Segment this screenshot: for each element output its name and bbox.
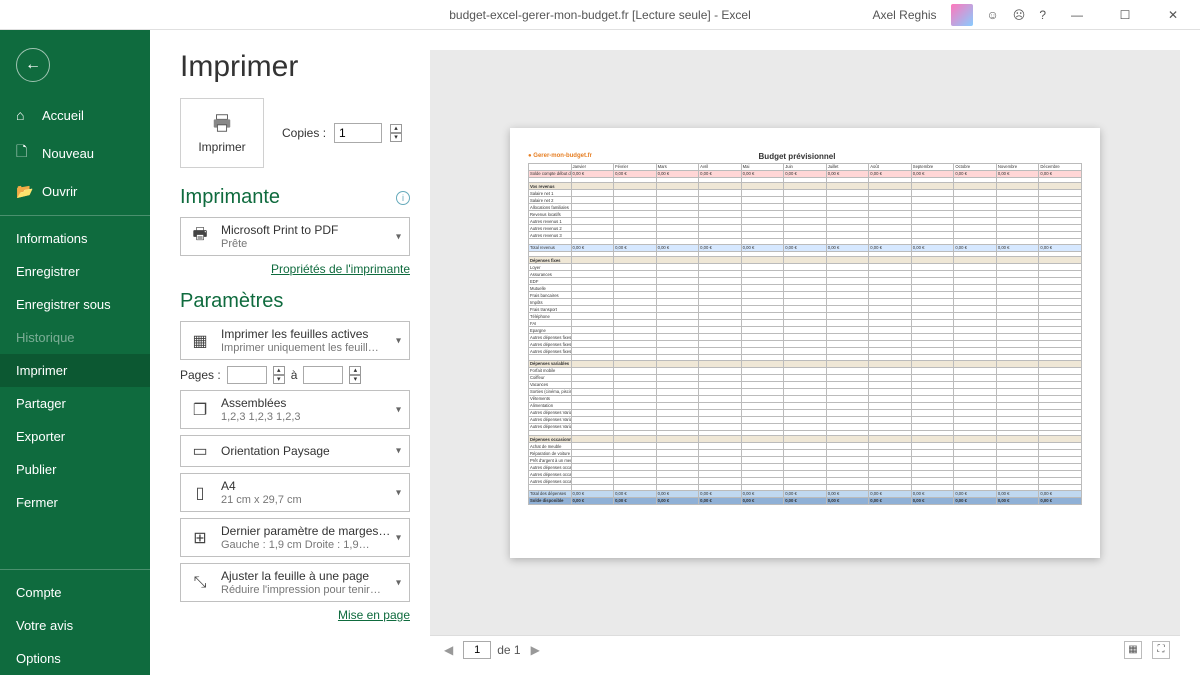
margins-icon: ⊞ [189,528,211,548]
zoom-to-page-button[interactable]: ⛶ [1152,641,1170,659]
pages-from-input[interactable] [227,366,267,384]
fit-icon: ⤡ [189,574,211,592]
user-avatar[interactable] [951,4,973,26]
back-button[interactable]: ← [16,48,50,82]
user-name: Axel Reghis [873,8,937,22]
copies-down[interactable]: ▾ [390,133,402,142]
printer-heading: Imprimante [180,186,280,209]
chevron-down-icon: ▾ [396,404,401,415]
page-setup-link[interactable]: Mise en page [180,608,410,622]
printer-properties-link[interactable]: Propriétés de l'imprimante [180,262,410,276]
print-preview: ● Gerer-mon-budget.fr Budget prévisionne… [430,50,1180,663]
page-number-input[interactable] [463,641,491,659]
nav-close[interactable]: Fermer [0,486,150,519]
nav-info[interactable]: Informations [0,222,150,255]
nav-saveas[interactable]: Enregistrer sous [0,288,150,321]
copies-up[interactable]: ▴ [390,124,402,133]
nav-share[interactable]: Partager [0,387,150,420]
chevron-down-icon: ▾ [396,577,401,588]
document-title: budget-excel-gerer-mon-budget.fr [Lectur… [449,8,750,22]
chevron-down-icon: ▾ [396,335,401,346]
preview-footer: ◀ de 1 ▶ ▦ ⛶ [430,635,1180,663]
feedback-sad-icon[interactable]: ☹ [1013,8,1026,22]
nav-print[interactable]: Imprimer [0,354,150,387]
nav-account[interactable]: Compte [0,576,150,609]
pages-label: Pages : [180,368,221,382]
pages-from-up[interactable]: ▴ [273,366,285,375]
margins-selector[interactable]: ⊞ Dernier paramètre de marges… Gauche : … [180,518,410,557]
minimize-button[interactable]: — [1060,8,1094,22]
nav-open[interactable]: 📂Ouvrir [0,174,150,209]
nav-feedback[interactable]: Votre avis [0,609,150,642]
scaling-selector[interactable]: ⤡ Ajuster la feuille à une page Réduire … [180,563,410,602]
paper-icon: ▯ [189,483,211,503]
collate-selector[interactable]: ❐ Assemblées 1,2,3 1,2,3 1,2,3 ▾ [180,390,410,429]
pages-to-input[interactable] [303,366,343,384]
printer-device-icon: 🖶 [189,223,211,250]
orientation-icon: ▭ [189,441,211,461]
sheets-icon: ▦ [189,331,211,351]
printer-icon [208,112,236,134]
settings-heading: Paramètres [180,290,283,313]
nav-options[interactable]: Options [0,642,150,675]
preview-page: ● Gerer-mon-budget.fr Budget prévisionne… [510,128,1100,558]
pages-from-down[interactable]: ▾ [273,375,285,384]
next-page-button[interactable]: ▶ [527,643,544,657]
help-icon[interactable]: ? [1039,8,1046,22]
close-button[interactable]: ✕ [1156,8,1190,22]
copies-input[interactable] [334,123,382,143]
nav-home[interactable]: ⌂Accueil [0,98,150,132]
print-button[interactable]: Imprimer [180,98,264,168]
show-margins-button[interactable]: ▦ [1124,641,1142,659]
paper-size-selector[interactable]: ▯ A4 21 cm x 29,7 cm ▾ [180,473,410,512]
print-what-selector[interactable]: ▦ Imprimer les feuilles actives Imprimer… [180,321,410,360]
page-heading: Imprimer [180,50,410,84]
maximize-button[interactable]: ☐ [1108,8,1142,22]
nav-publish[interactable]: Publier [0,453,150,486]
prev-page-button[interactable]: ◀ [440,643,457,657]
nav-export[interactable]: Exporter [0,420,150,453]
print-settings-panel: Imprimer Imprimer Copies : ▴ ▾ Imprimant… [150,30,430,675]
nav-save[interactable]: Enregistrer [0,255,150,288]
chevron-down-icon: ▾ [396,446,401,457]
nav-history: Historique [0,321,150,354]
feedback-happy-icon[interactable]: ☺ [987,8,999,22]
nav-new[interactable]: 🗋Nouveau [0,132,150,174]
collate-icon: ❐ [189,400,211,420]
chevron-down-icon: ▾ [396,231,401,242]
backstage-sidebar: ← ⌂Accueil🗋Nouveau📂Ouvrir InformationsEn… [0,30,150,675]
pages-to-down[interactable]: ▾ [349,375,361,384]
printer-info-icon[interactable]: i [396,191,410,205]
title-bar: budget-excel-gerer-mon-budget.fr [Lectur… [0,0,1200,30]
copies-label: Copies : [282,126,326,140]
chevron-down-icon: ▾ [396,487,401,498]
orientation-selector[interactable]: ▭ Orientation Paysage ▾ [180,435,410,467]
printer-selector[interactable]: 🖶 Microsoft Print to PDF Prête ▾ [180,217,410,256]
chevron-down-icon: ▾ [396,532,401,543]
pages-to-up[interactable]: ▴ [349,366,361,375]
